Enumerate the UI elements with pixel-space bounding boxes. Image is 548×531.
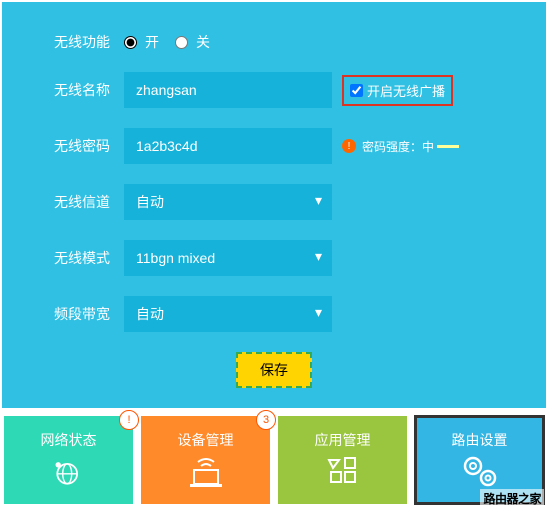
badge-alert: ! <box>119 410 139 430</box>
nav-tiles: ! 网络状态 3 设备管理 应用管理 路由设置 路由器之家 <box>0 410 548 510</box>
broadcast-label: 开启无线广播 <box>367 81 445 100</box>
save-button[interactable]: 保存 <box>236 352 312 388</box>
tile-app-mgmt[interactable]: 应用管理 <box>278 416 407 504</box>
wireless-settings-panel: 无线功能 开 关 无线名称 开启无线广播 无线密码 ! 密码强度： 中 无线信道… <box>2 2 546 408</box>
label-name: 无线名称 <box>42 80 110 100</box>
label-bw: 频段带宽 <box>42 304 110 324</box>
gear-icon <box>458 454 502 490</box>
warn-icon: ! <box>342 139 356 153</box>
broadcast-checkbox[interactable] <box>350 84 363 97</box>
tile-device-mgmt[interactable]: 3 设备管理 <box>141 416 270 504</box>
bandwidth-select[interactable]: 自动 <box>124 296 332 332</box>
globe-icon <box>47 454 91 490</box>
radio-on-label: 开 <box>145 32 159 52</box>
mode-select[interactable]: 11bgn mixed <box>124 240 332 276</box>
pwd-strength: ! 密码强度： 中 <box>342 138 459 155</box>
radio-off-label: 关 <box>196 32 210 52</box>
laptop-wifi-icon <box>184 454 228 490</box>
label-chan: 无线信道 <box>42 192 110 212</box>
radio-on[interactable] <box>124 36 137 49</box>
ssid-input[interactable] <box>124 72 332 108</box>
label-mode: 无线模式 <box>42 248 110 268</box>
radio-off[interactable] <box>175 36 188 49</box>
radio-group: 开 关 <box>124 32 220 52</box>
label-pwd: 无线密码 <box>42 136 110 156</box>
strength-meter <box>437 145 459 148</box>
broadcast-box: 开启无线广播 <box>342 75 453 106</box>
tile-network-status[interactable]: ! 网络状态 <box>4 416 133 504</box>
apps-icon <box>321 454 365 490</box>
watermark: 路由器之家 <box>480 489 544 508</box>
password-input[interactable] <box>124 128 332 164</box>
channel-select[interactable]: 自动 <box>124 184 332 220</box>
label-func: 无线功能 <box>42 32 110 52</box>
badge-count: 3 <box>256 410 276 430</box>
